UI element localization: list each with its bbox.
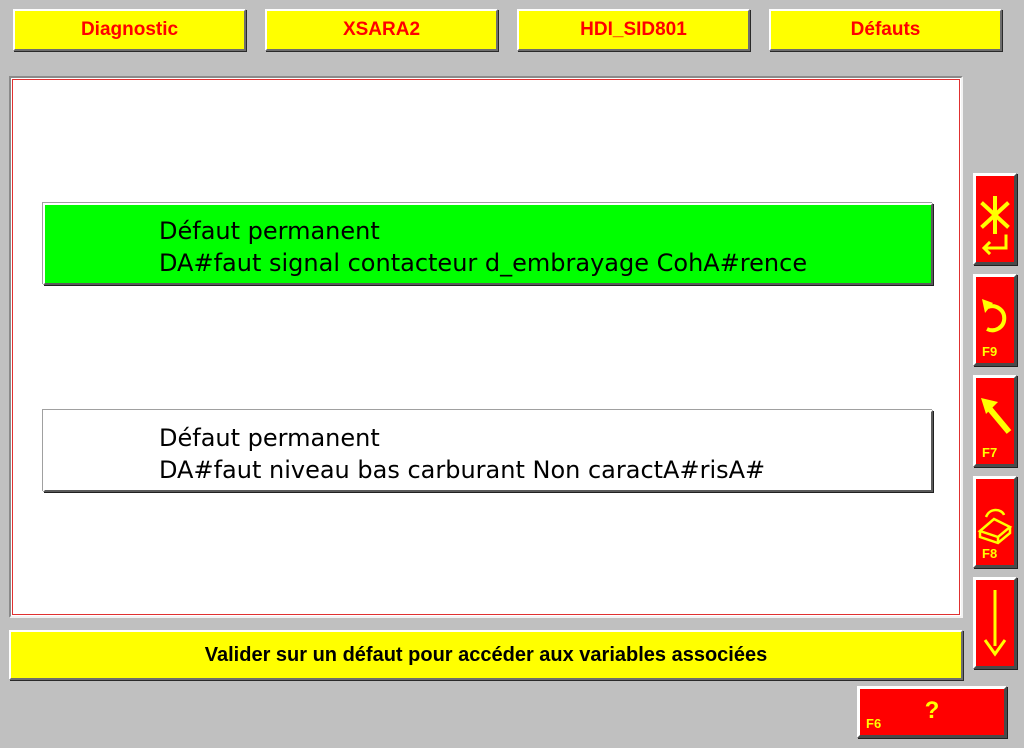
fault-list-panel: Défaut permanent DA#faut signal contacte… bbox=[9, 76, 963, 618]
fault-description: DA#faut niveau bas carburant Non caractA… bbox=[159, 456, 766, 484]
function-key-label: F8 bbox=[982, 546, 998, 561]
tab-ecu[interactable]: HDI_SID801 bbox=[517, 9, 750, 51]
tab-faults[interactable]: Défauts bbox=[769, 9, 1002, 51]
status-message-bar: Valider sur un défaut pour accéder aux v… bbox=[9, 630, 963, 680]
cancel-enter-icon bbox=[980, 196, 1010, 256]
function-key-label: F9 bbox=[982, 344, 998, 359]
fault-item-2[interactable]: Défaut permanent DA#faut niveau bas carb… bbox=[43, 410, 933, 492]
fault-status: Défaut permanent bbox=[159, 217, 380, 245]
fault-item-1[interactable]: Défaut permanent DA#faut signal contacte… bbox=[43, 203, 933, 285]
arrow-down-icon bbox=[983, 590, 1007, 657]
clear-faults-button[interactable]: F8 bbox=[973, 476, 1017, 568]
fault-status: Défaut permanent bbox=[159, 424, 380, 452]
tab-vehicle[interactable]: XSARA2 bbox=[265, 9, 498, 51]
help-button[interactable]: ? F6 bbox=[857, 686, 1007, 738]
refresh-button[interactable]: F9 bbox=[973, 274, 1017, 366]
function-key-label: F7 bbox=[982, 445, 998, 460]
cancel-button[interactable] bbox=[973, 173, 1017, 265]
help-icon: ? bbox=[924, 697, 940, 724]
back-button[interactable]: F7 bbox=[973, 375, 1017, 467]
tab-diagnostic[interactable]: Diagnostic bbox=[13, 9, 246, 51]
fault-description: DA#faut signal contacteur d_embrayage Co… bbox=[159, 249, 808, 277]
function-key-label: F6 bbox=[866, 716, 882, 731]
next-button[interactable] bbox=[973, 577, 1017, 669]
status-message: Valider sur un défaut pour accéder aux v… bbox=[204, 643, 768, 666]
